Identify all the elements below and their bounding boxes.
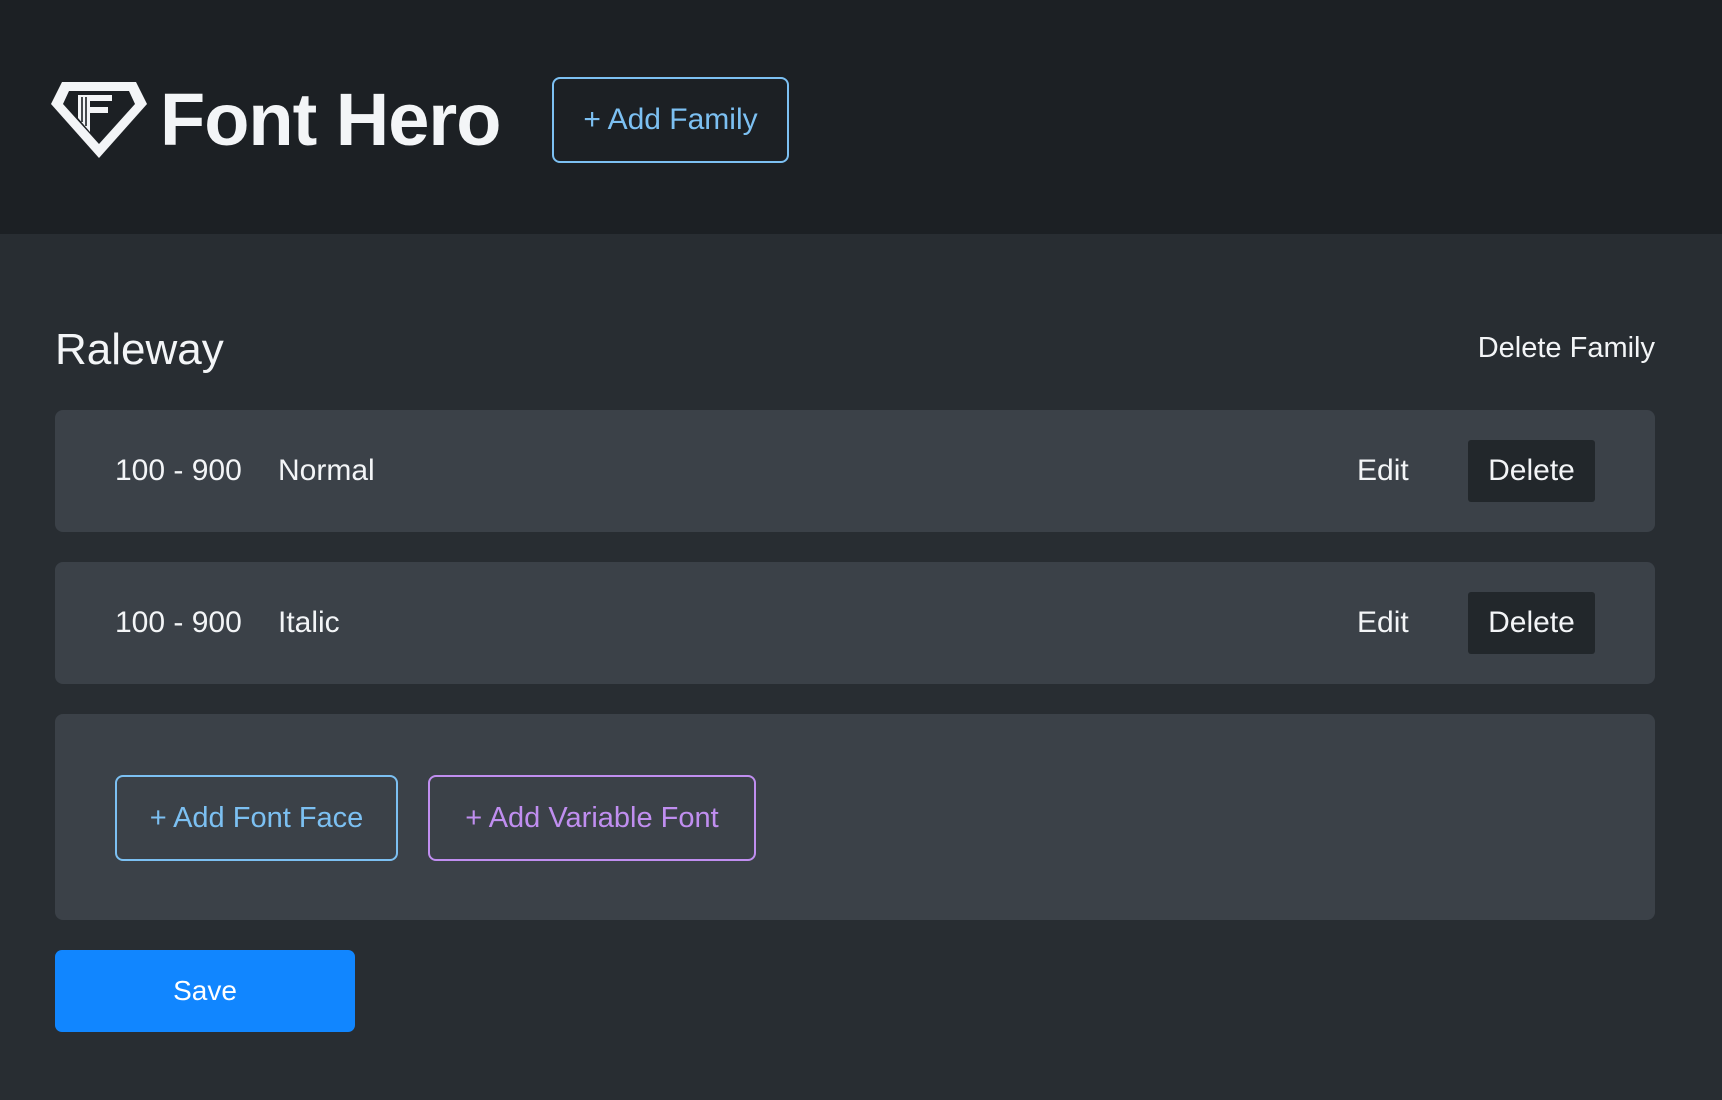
family-title: Raleway [55, 325, 224, 374]
font-face-row: 100 - 900 Italic Edit Delete [55, 562, 1655, 684]
face-weight-range: 100 - 900 [115, 454, 242, 487]
face-style: Normal [278, 454, 375, 487]
add-family-button[interactable]: + Add Family [552, 77, 789, 163]
edit-face-button[interactable]: Edit [1357, 410, 1409, 532]
app-header: Font Hero + Add Family [0, 0, 1722, 234]
delete-face-button[interactable]: Delete [1468, 592, 1595, 654]
diamond-f-logo-icon [50, 80, 148, 160]
brand-name: Font Hero [160, 78, 501, 161]
face-weight-range: 100 - 900 [115, 606, 242, 639]
edit-face-button[interactable]: Edit [1357, 562, 1409, 684]
font-face-row: 100 - 900 Normal Edit Delete [55, 410, 1655, 532]
face-style: Italic [278, 606, 340, 639]
brand: Font Hero [50, 78, 501, 161]
delete-family-button[interactable]: Delete Family [1478, 328, 1655, 368]
add-font-face-button[interactable]: + Add Font Face [115, 775, 398, 861]
add-variable-font-button[interactable]: + Add Variable Font [428, 775, 756, 861]
save-button[interactable]: Save [55, 950, 355, 1032]
delete-face-button[interactable]: Delete [1468, 440, 1595, 502]
add-font-panel: + Add Font Face + Add Variable Font [55, 714, 1655, 920]
